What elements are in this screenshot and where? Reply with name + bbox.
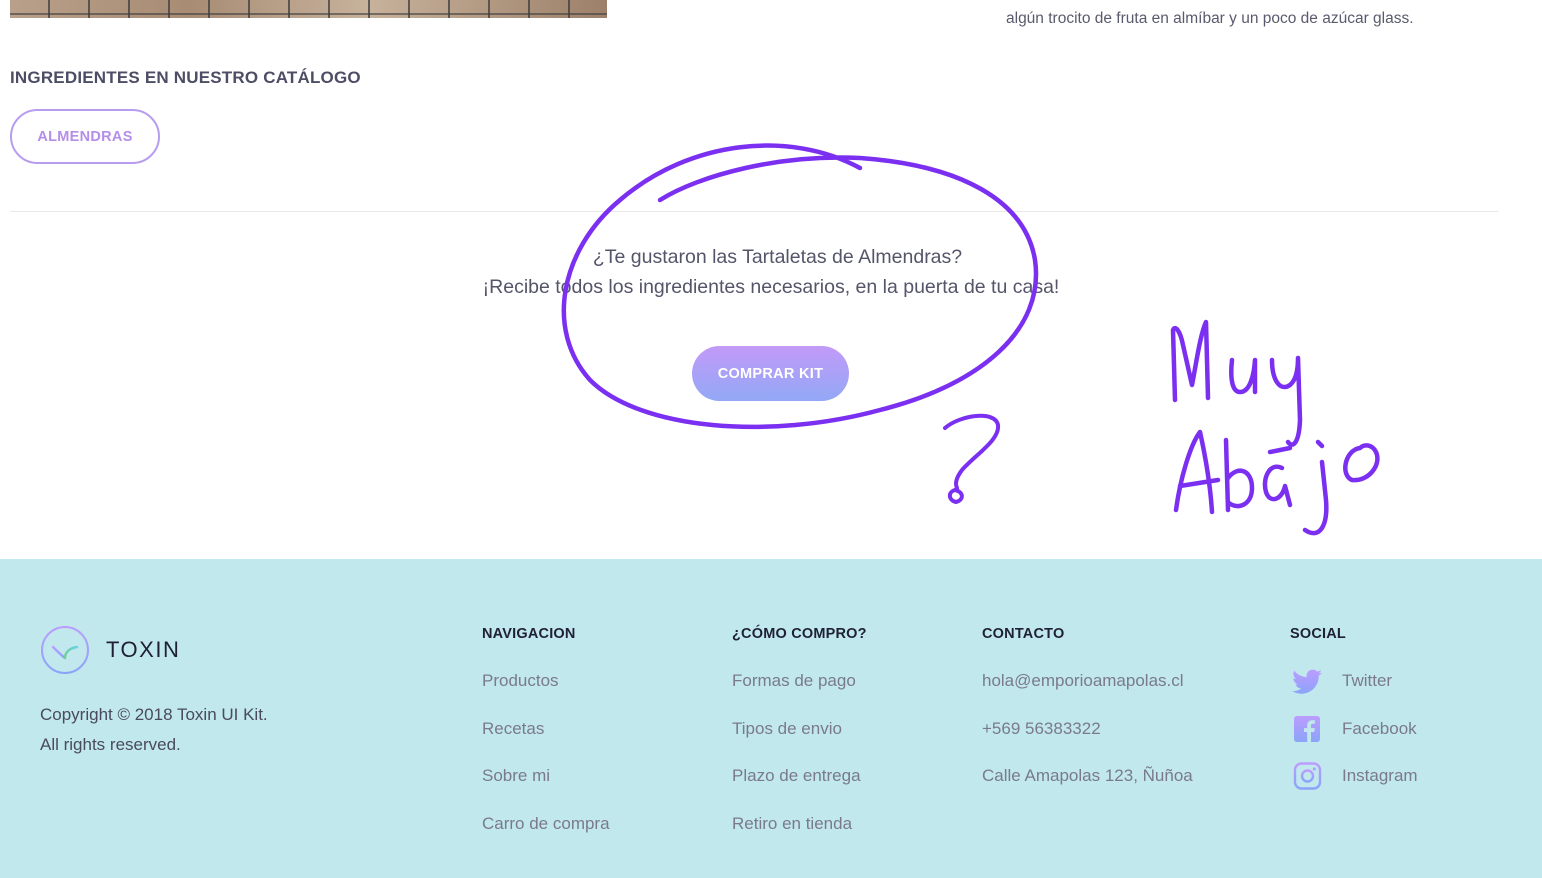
footer-column-title: NAVIGACION [482, 626, 576, 642]
toxin-logo-icon[interactable] [40, 625, 90, 675]
annotation-letter-j [1302, 439, 1329, 536]
footer-link-recetas[interactable]: Recetas [482, 715, 610, 763]
buy-kit-button[interactable]: COMPRAR KIT [692, 346, 849, 401]
annotation-letter-b [1223, 437, 1255, 513]
cta-question: ¿Te gustaron las Tartaletas de Almendras… [592, 246, 963, 268]
copyright-text: Copyright © 2018 Toxin UI Kit. All right… [40, 700, 268, 760]
footer-link-formas-de-pago[interactable]: Formas de pago [732, 667, 867, 715]
social-link-label: Twitter [1342, 671, 1393, 690]
contact-email-link[interactable]: hola@emporioamapolas.cl [982, 667, 1193, 715]
brand-name: TOXIN [106, 637, 181, 662]
footer-link-tipos-de-envio[interactable]: Tipos de envio [732, 715, 867, 763]
annotation-letter-y [1269, 355, 1303, 447]
annotation-letter-o [1343, 443, 1380, 483]
cta-description: ¡Recibe todos los ingredientes necesario… [482, 276, 1060, 298]
footer-column-contact: CONTACTO hola@emporioamapolas.cl +569 56… [982, 626, 1193, 810]
contact-phone-link[interactable]: +569 56383322 [982, 715, 1193, 763]
ingredient-tag-almendras[interactable]: ALMENDRAS [10, 109, 160, 164]
footer-link-sobre-mi[interactable]: Sobre mi [482, 762, 610, 810]
footer-link-productos[interactable]: Productos [482, 667, 610, 715]
footer-column-title: ¿CÓMO COMPRO? [732, 626, 867, 642]
social-link-label: Instagram [1342, 766, 1418, 785]
section-divider [10, 211, 1498, 212]
footer-column-social: SOCIAL Twitter Facebook Instagram [1290, 626, 1418, 810]
facebook-icon [1290, 715, 1324, 743]
footer-column-navigation: NAVIGACION Productos Recetas Sobre mi Ca… [482, 626, 610, 857]
cooling-rack-bar [10, 13, 607, 15]
annotation-letter-u [1229, 357, 1258, 395]
recipe-photo [10, 0, 607, 18]
recipe-step-text: algún trocito de fruta en almíbar y un p… [1006, 10, 1414, 27]
cooling-rack-pattern [10, 0, 607, 18]
footer-column-title: CONTACTO [982, 626, 1065, 642]
social-link-facebook[interactable]: Facebook [1290, 715, 1418, 763]
footer-link-plazo-de-entrega[interactable]: Plazo de entrega [732, 762, 867, 810]
social-link-label: Facebook [1342, 718, 1417, 738]
footer-link-carro-de-compra[interactable]: Carro de compra [482, 810, 610, 858]
instagram-icon [1290, 762, 1324, 790]
social-link-twitter[interactable]: Twitter [1290, 667, 1418, 715]
annotation-question-mark [943, 413, 1001, 504]
annotation-letter-a [1262, 445, 1293, 508]
annotation-letter-M [1170, 319, 1211, 403]
rights-line: All rights reserved. [40, 735, 181, 754]
social-link-instagram[interactable]: Instagram [1290, 762, 1418, 810]
copyright-line: Copyright © 2018 Toxin UI Kit. [40, 705, 268, 724]
footer-column-how-to-buy: ¿CÓMO COMPRO? Formas de pago Tipos de en… [732, 626, 867, 857]
footer-link-retiro-en-tienda[interactable]: Retiro en tienda [732, 810, 867, 858]
annotation-letter-A [1173, 429, 1221, 515]
ingredients-heading: INGREDIENTES EN NUESTRO CATÁLOGO [10, 68, 361, 87]
footer-column-title: SOCIAL [1290, 626, 1346, 642]
twitter-icon [1290, 667, 1324, 695]
contact-address: Calle Amapolas 123, Ñuñoa [982, 766, 1193, 785]
